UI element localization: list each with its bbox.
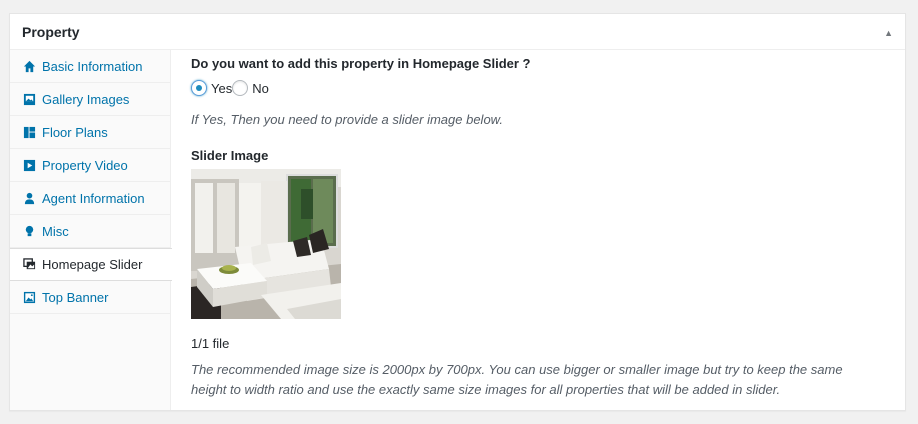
person-icon <box>22 191 36 205</box>
home-icon <box>22 59 36 73</box>
metabox-content: Basic Information Gallery Images Floor P… <box>10 50 905 410</box>
floor-plan-icon <box>22 125 36 139</box>
metabox-title: Property <box>22 23 80 40</box>
tab-property-video[interactable]: Property Video <box>10 149 170 182</box>
yes-radio[interactable] <box>191 80 207 96</box>
slider-recommendation: The recommended image size is 2000px by … <box>191 360 891 400</box>
metabox-header: Property ▲ <box>10 14 905 50</box>
file-count: 1/1 file <box>191 336 230 351</box>
tab-label: Basic Information <box>42 58 143 74</box>
yes-label[interactable]: Yes <box>211 81 232 96</box>
tab-list: Basic Information Gallery Images Floor P… <box>10 50 172 410</box>
tab-label: Agent Information <box>42 190 145 206</box>
banner-icon <box>22 290 36 304</box>
arrow-up-icon[interactable]: ▲ <box>884 26 893 38</box>
tab-label: Homepage Slider <box>42 257 143 272</box>
tab-top-banner[interactable]: Top Banner <box>10 281 170 314</box>
tab-agent-information[interactable]: Agent Information <box>10 182 170 215</box>
slider-radio-group: Yes No <box>191 80 269 96</box>
slider-image-label: Slider Image <box>191 148 269 163</box>
tab-gallery-images[interactable]: Gallery Images <box>10 83 170 116</box>
tab-floor-plans[interactable]: Floor Plans <box>10 116 170 149</box>
tab-basic-information[interactable]: Basic Information <box>10 50 170 83</box>
slider-image-thumbnail[interactable] <box>191 169 341 319</box>
lightbulb-icon <box>22 224 36 238</box>
tab-misc[interactable]: Misc <box>10 215 170 248</box>
slider-question: Do you want to add this property in Home… <box>191 56 531 71</box>
recommendation-line-1: The recommended image size is 2000px by … <box>191 362 843 377</box>
recommendation-line-2: height to width ratio and use the exactl… <box>191 382 781 397</box>
no-label[interactable]: No <box>252 81 269 96</box>
images-icon <box>22 258 36 272</box>
no-radio[interactable] <box>232 80 249 96</box>
tab-label: Floor Plans <box>42 124 108 140</box>
slider-hint: If Yes, Then you need to provide a slide… <box>191 112 503 127</box>
tab-label: Property Video <box>42 157 128 173</box>
tab-label: Misc <box>42 223 69 239</box>
property-metabox: Property ▲ Basic Information Gallery Ima… <box>9 13 906 411</box>
gallery-icon <box>22 92 36 106</box>
tab-label: Gallery Images <box>42 91 130 107</box>
tab-homepage-slider[interactable]: Homepage Slider <box>10 248 172 281</box>
tab-label: Top Banner <box>42 289 109 305</box>
video-icon <box>22 158 36 172</box>
